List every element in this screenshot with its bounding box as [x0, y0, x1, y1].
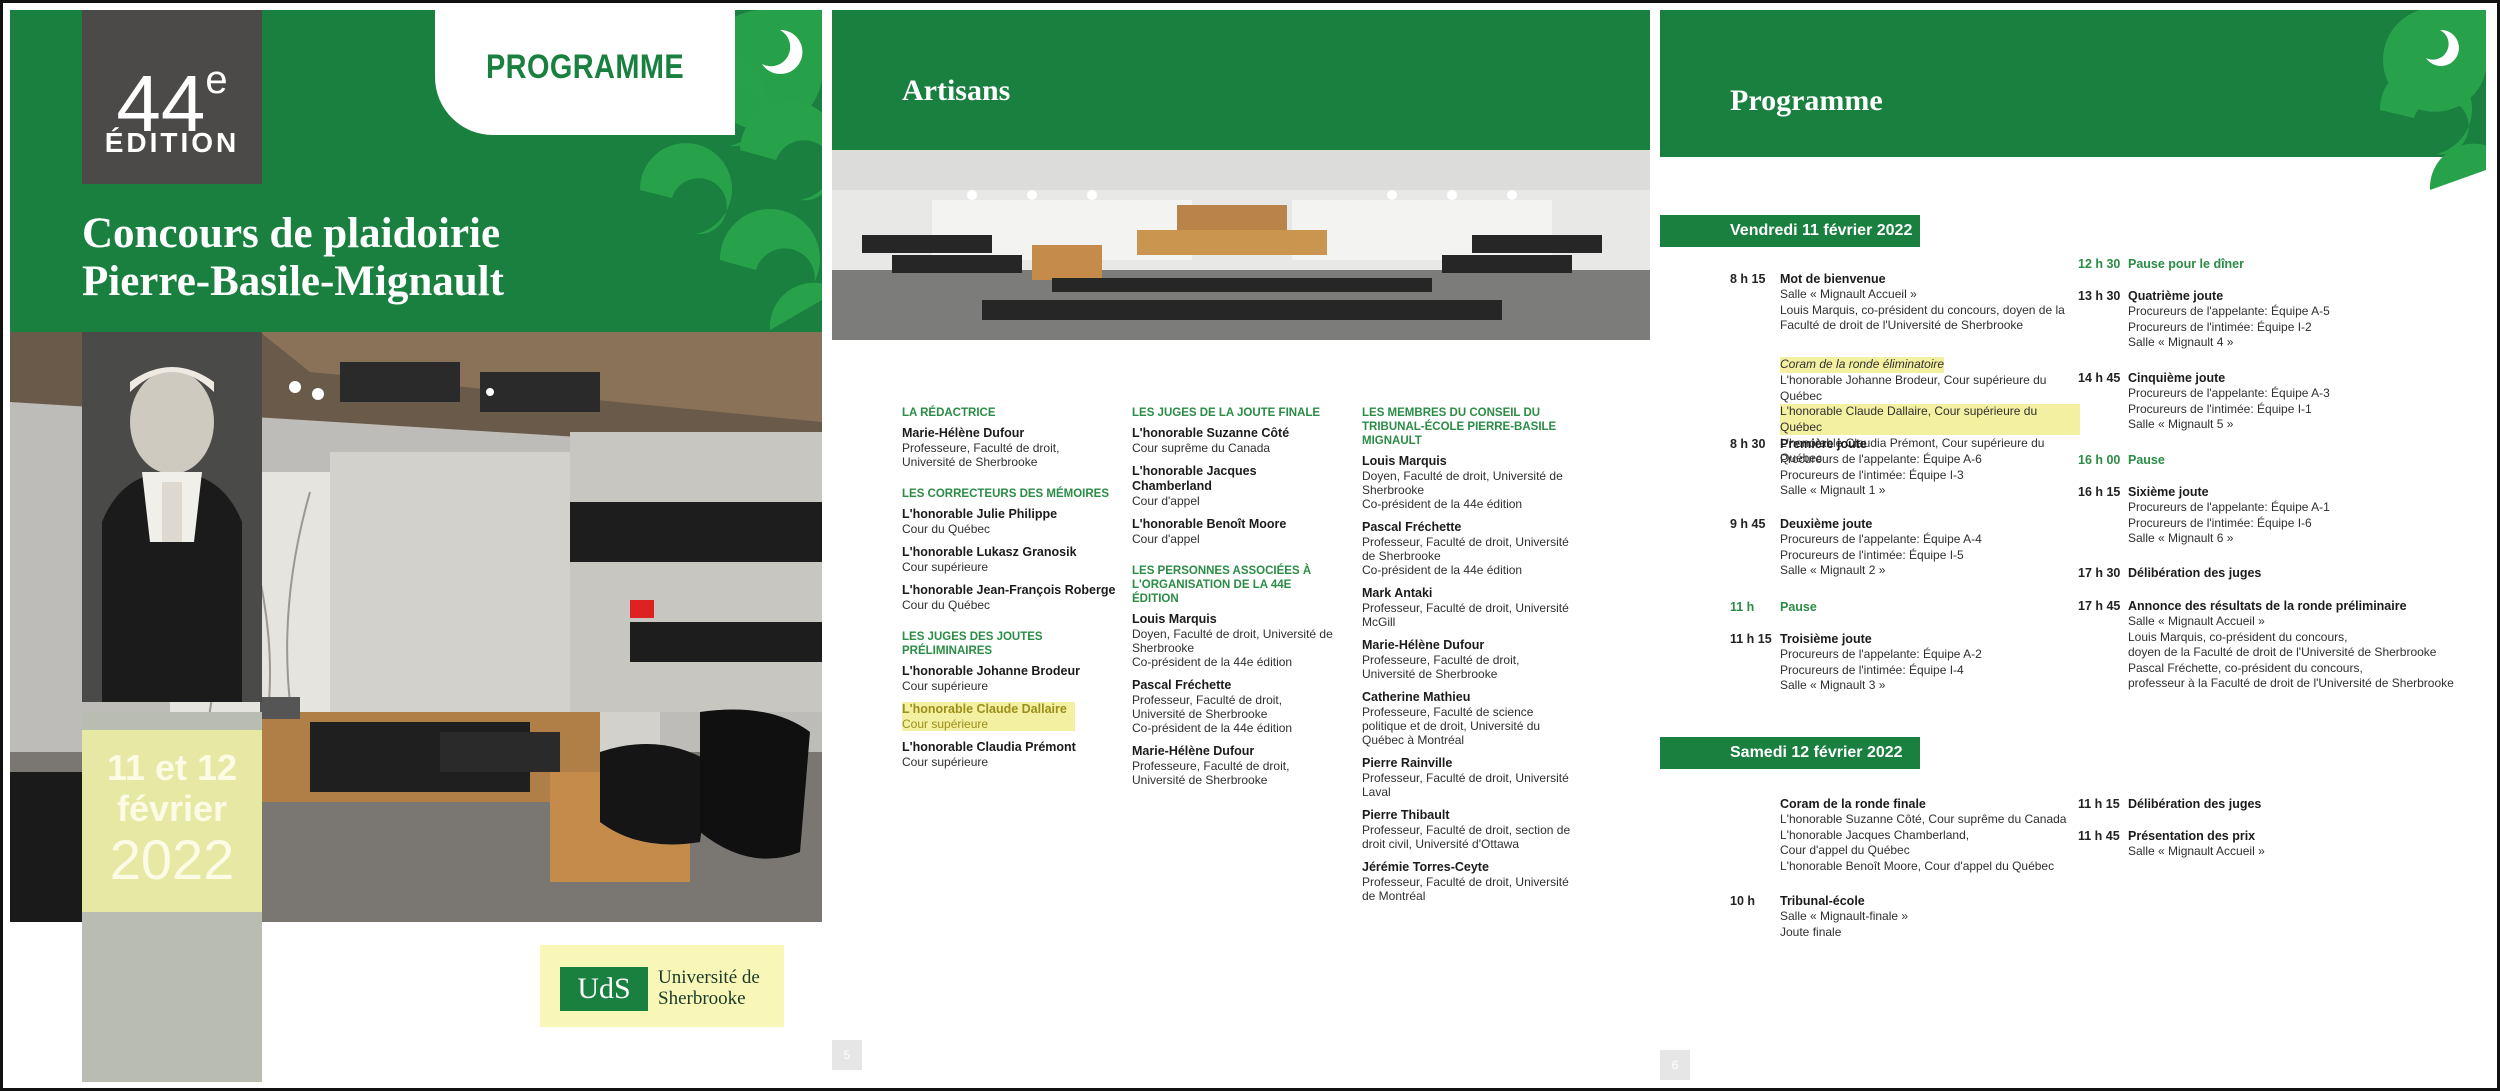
list-item: L'honorable Benoît Moore Cour d'appel	[1132, 517, 1287, 546]
section-personnes-associees: LES PERSONNES ASSOCIÉES À L'ORGANISATION…	[1132, 564, 1337, 787]
section-redactrice: LA RÉDACTRICE Marie-Hélène Dufour Profes…	[902, 406, 1117, 469]
uds-logo-mark: UdS	[560, 967, 648, 1011]
programme-page: Programme Vendredi 11 février 2022 8 h 1…	[1660, 10, 2486, 1082]
list-item: Louis Marquis Doyen, Faculté de droit, Un…	[1132, 612, 1333, 669]
cover-page: PROGRAMME 44e ÉDITION Concours de plaido…	[10, 10, 822, 1082]
list-item: Marie-Hélène Dufour Professeure, Faculté …	[1362, 638, 1520, 681]
list-item: Jérémie Torres-Ceyte Professeur, Faculté …	[1362, 860, 1569, 903]
page-number: 6	[1660, 1050, 1690, 1080]
day-header-saturday: Samedi 12 février 2022	[1660, 737, 1920, 769]
list-item: L'honorable Jacques Chamberland Cour d'ap…	[1132, 464, 1257, 508]
list-item: Pierre Rainville Professeur, Faculté de d…	[1362, 756, 1569, 799]
portrait-photo	[82, 332, 262, 702]
list-item-highlighted: L'honorable Claude Dallaire Cour supérieu…	[902, 702, 1075, 731]
section-conseil-tribunal: LES MEMBRES DU CONSEIL DU TRIBUNAL-ÉCOLE…	[1362, 407, 1571, 903]
uds-logo-name: Université de Sherbrooke	[658, 967, 760, 1009]
artisans-column-2: LES JUGES DE LA JOUTE FINALE L'honorable…	[1132, 406, 1337, 805]
artisans-header: Artisans	[832, 10, 1650, 150]
list-item: Pierre Thibault Professeur, Faculté de dr…	[1362, 808, 1571, 851]
uds-logo: UdS Université de Sherbrooke	[540, 945, 784, 1027]
list-item: L'honorable Claudia Prémont Cour supérieu…	[902, 740, 1076, 769]
section-correcteurs: LES CORRECTEURS DES MÉMOIRES L'honorable…	[902, 488, 1116, 612]
section-juges-preliminaires: LES JUGES DES JOUTES PRÉLIMINAIRES L'hon…	[902, 630, 1117, 769]
cover-title: Concours de plaidoirie Pierre-Basile-Mig…	[82, 210, 504, 305]
event-date-box: 11 et 12 février 2022	[82, 730, 262, 912]
programme-tab: PROGRAMME	[435, 10, 735, 135]
list-item: L'honorable Julie Philippe Cour du Québec	[902, 507, 1058, 536]
list-item: Louis Marquis Doyen, Faculté de droit, Un…	[1362, 454, 1563, 511]
list-item: Catherine Mathieu Professeure, Faculté de…	[1362, 690, 1541, 747]
programme-tab-label: PROGRAMME	[485, 48, 685, 86]
edition-word: ÉDITION	[104, 127, 240, 158]
page-number: 5	[832, 1040, 862, 1070]
list-item: L'honorable Lukasz Granosik Cour supérieu…	[902, 545, 1077, 574]
list-item: Marie-Hélène Dufour Professeure, Faculté…	[902, 426, 1060, 469]
list-item: Pascal Fréchette Professeur, Faculté de d…	[1362, 520, 1569, 577]
list-item: Pascal Fréchette Professeur, Faculté de d…	[1132, 678, 1293, 735]
artisans-column-3: LES MEMBRES DU CONSEIL DU TRIBUNAL-ÉCOLE…	[1362, 406, 1572, 921]
artisans-page: Artisans LA RÉDACTRICE Marie-Hélène Dufo…	[832, 10, 1650, 1082]
section-juges-finale: LES JUGES DE LA JOUTE FINALE L'honorable…	[1132, 406, 1337, 546]
day-header-friday: Vendredi 11 février 2022	[1660, 215, 1920, 247]
list-item: Mark Antaki Professeur, Faculté de droit,…	[1362, 586, 1569, 629]
artisans-column-1: LA RÉDACTRICE Marie-Hélène Dufour Profes…	[902, 406, 1117, 787]
programme-title: Programme	[1730, 84, 1883, 117]
list-item: L'honorable Johanne Brodeur Cour supérieu…	[902, 664, 1080, 693]
list-item: L'honorable Suzanne Côté Cour suprême du …	[1132, 426, 1290, 455]
artisans-title: Artisans	[902, 74, 1011, 107]
decorative-swirls	[2360, 10, 2486, 270]
list-item: L'honorable Jean-François Roberge Cour du…	[902, 583, 1116, 612]
moot-court-photo	[832, 150, 1650, 340]
list-item: Marie-Hélène Dufour Professeure, Faculté …	[1132, 744, 1290, 787]
edition-box: 44e ÉDITION	[82, 10, 262, 184]
